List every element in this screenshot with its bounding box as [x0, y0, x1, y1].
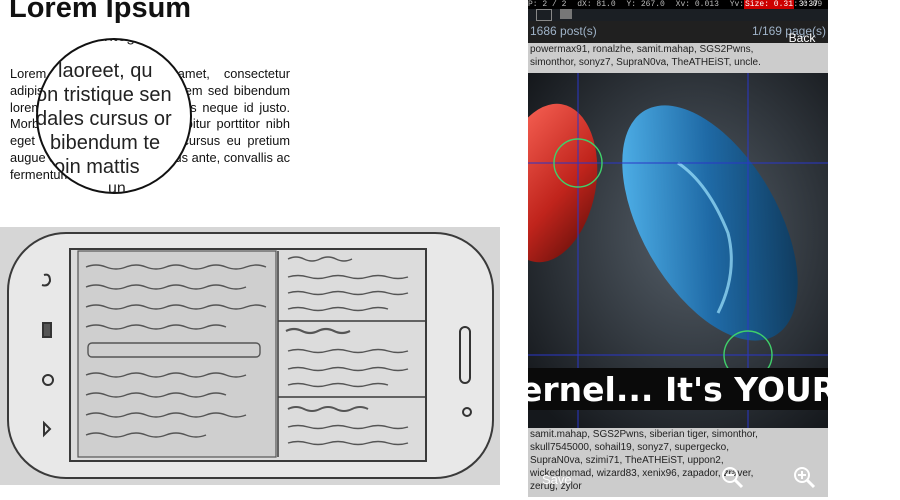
status-dx: dX: 81.0	[577, 0, 616, 9]
magnified-line: dales cursus or	[36, 108, 172, 130]
magnified-line: on tristique sen	[36, 84, 172, 106]
user-list-line: skull7545000, sohail19, sonyz7, supergec…	[530, 442, 730, 453]
lorem-text-panel: Lorem Ipsum Lorem ipsum dolor sit amet, …	[0, 0, 300, 212]
user-list-line: zerug, zylor	[530, 481, 582, 492]
phone-sketch	[0, 227, 500, 485]
magnified-line: oin mattis	[54, 156, 140, 178]
user-list-line: simonthor, sonyz7, SupraN0va, TheATHEiST…	[530, 57, 761, 68]
banner-text: ernel... It's YOUR C	[528, 370, 828, 409]
user-list-line: powermax91, ronalzhe, samit.mahap, SGS2P…	[530, 44, 754, 55]
status-y: Y: 267.0	[626, 0, 665, 9]
status-xv: Xv: 0.013	[675, 0, 719, 9]
magnified-line: nteg	[104, 40, 190, 46]
zoom-in-icon[interactable]	[792, 465, 816, 489]
status-clock: 3:37	[798, 0, 818, 9]
user-list-line: SupraN0va, szimi71, TheATHEiST, uppon2,	[530, 455, 724, 466]
zoom-out-icon[interactable]	[720, 465, 744, 489]
banner: ernel... It's YOUR C	[528, 368, 828, 410]
user-list-line: wickednomad, wizard83, xenix96, zapador,…	[530, 468, 754, 479]
notification-icon	[536, 9, 552, 21]
phone-sketch-drawing	[0, 227, 500, 485]
user-list-bottom: samit.mahap, SGS2Pwns, siberian tiger, s…	[528, 428, 828, 497]
user-list-line: samit.mahap, SGS2Pwns, siberian tiger, s…	[530, 429, 758, 440]
status-size: Size: 0.31	[743, 0, 794, 9]
menu-icon	[42, 322, 52, 338]
status-p: P: 2 / 2	[528, 0, 567, 9]
save-button[interactable]: Save	[542, 472, 572, 487]
status-bar: P: 2 / 2 dX: 81.0 Y: 267.0 Xv: 0.013 Yv:…	[528, 0, 828, 9]
magnifier-lens: nteg laoreet, qu on tristique sen dales …	[36, 38, 192, 194]
lorem-title: Lorem Ipsum	[9, 0, 192, 24]
user-list-top: powermax91, ronalzhe, samit.mahap, SGS2P…	[528, 43, 828, 73]
mail-icon	[560, 9, 572, 19]
phone-screenshot: P: 2 / 2 dX: 81.0 Y: 267.0 Xv: 0.013 Yv:…	[528, 0, 828, 497]
magnified-line: bibendum te	[50, 132, 161, 154]
magnified-line: laoreet, qu	[58, 60, 153, 82]
post-count: 1686 post(s)	[530, 24, 597, 38]
magnified-line: un	[108, 180, 126, 194]
